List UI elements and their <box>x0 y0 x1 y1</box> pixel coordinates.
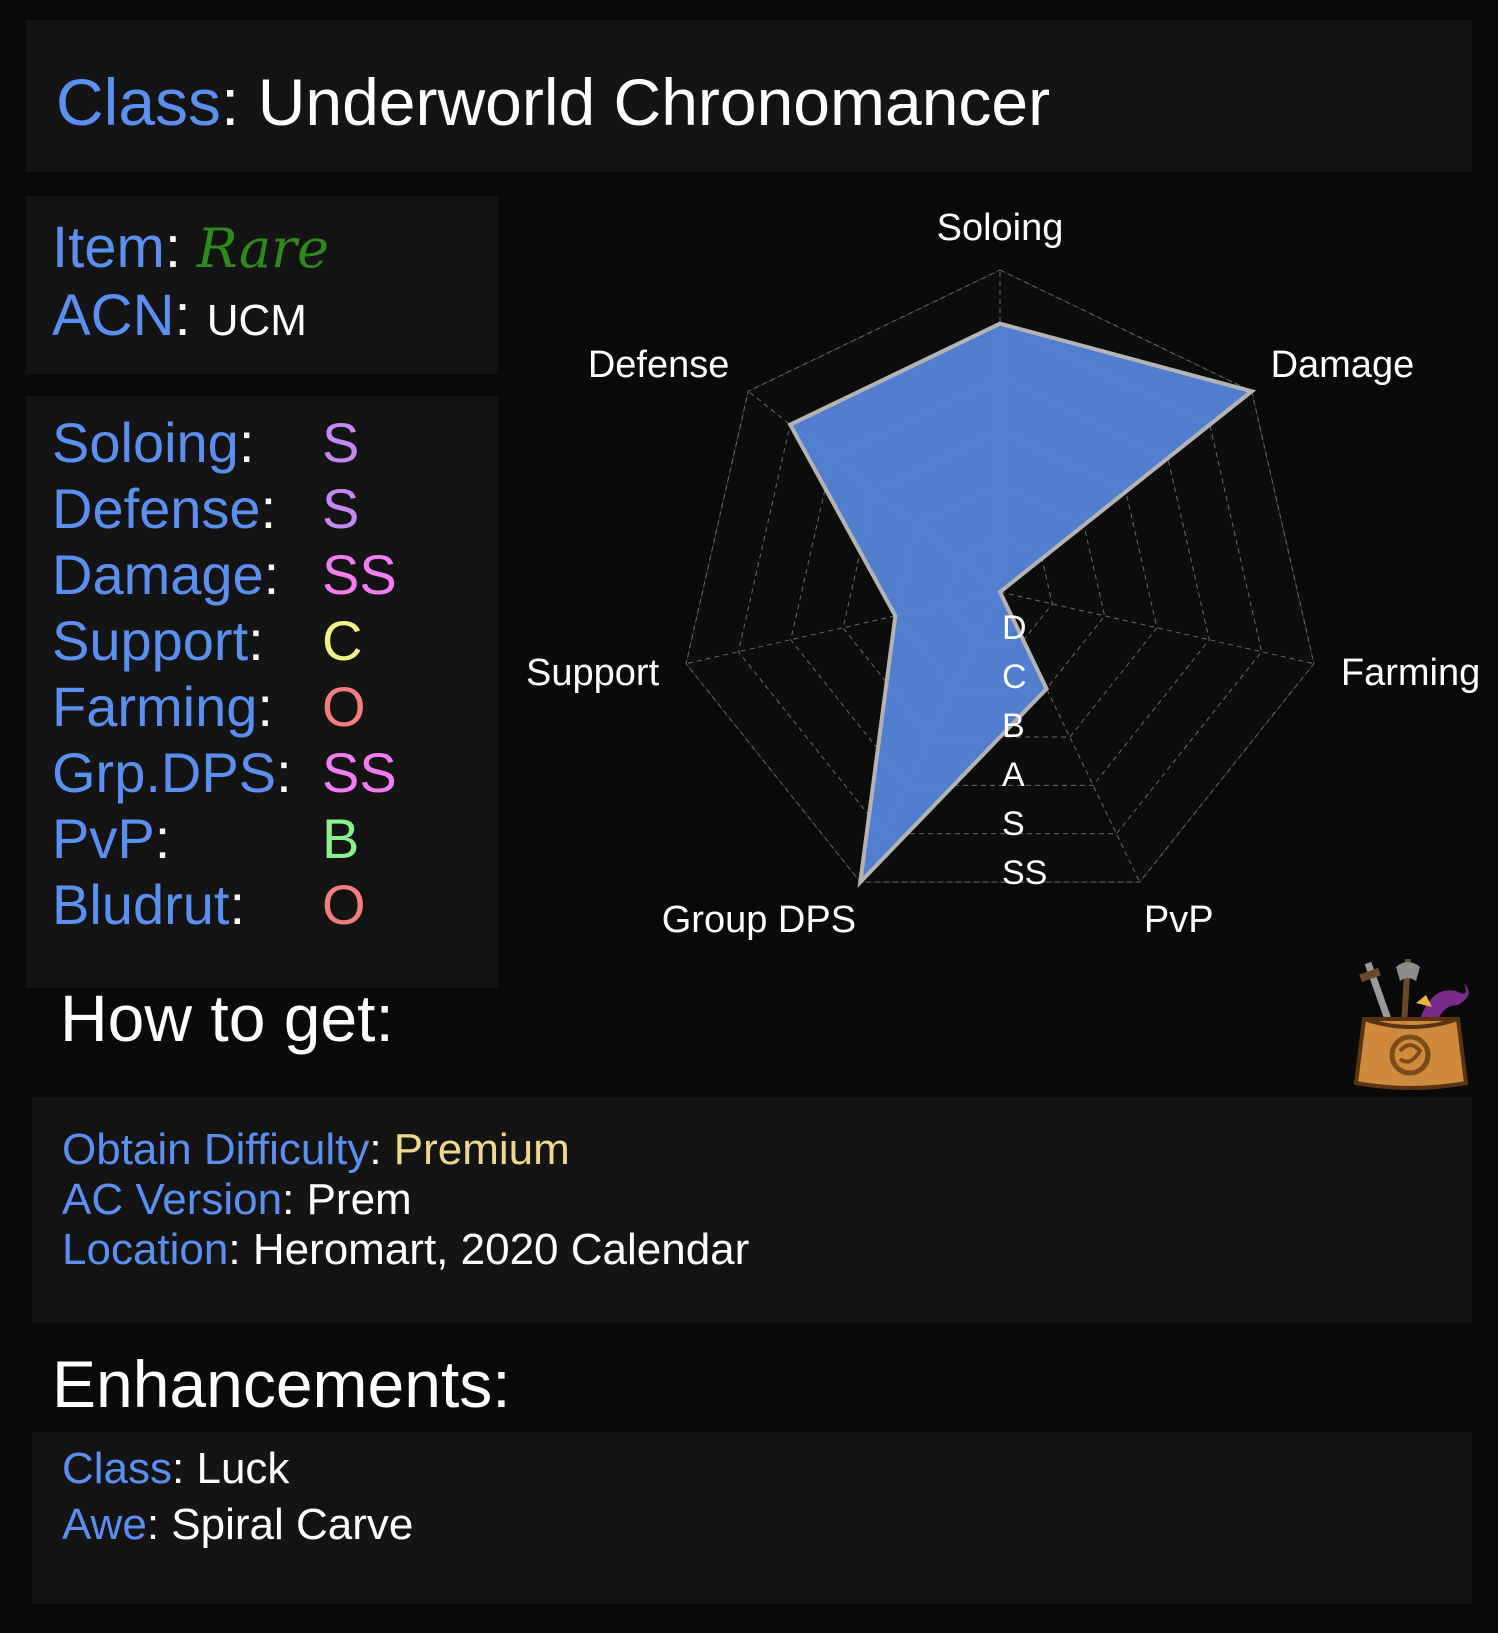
location-label: Location <box>62 1225 229 1274</box>
difficulty-row: Obtain Difficulty: Premium <box>62 1125 570 1174</box>
item-label: Item <box>52 215 165 280</box>
enh-class-row: Class: Luck <box>62 1444 290 1493</box>
radar-scale-label: D <box>1002 609 1027 647</box>
grades-panel: Soloing: S Defense: S Damage: SS Support: C Farm… <box>26 396 498 988</box>
acn-label: ACN <box>52 283 175 348</box>
grade-label: Farming <box>52 675 258 738</box>
heromart-bag-icon <box>1353 958 1469 1090</box>
class-label: Class <box>56 65 222 139</box>
radar-axis-label: PvP <box>1144 899 1214 941</box>
grade-value: S <box>322 411 360 474</box>
difficulty-label: Obtain Difficulty <box>62 1125 370 1174</box>
location-value: Heromart, 2020 Calendar <box>252 1225 750 1274</box>
radar-scale-label: A <box>1002 756 1025 794</box>
grade-value: S <box>322 477 360 540</box>
acn-value: UCM <box>206 296 307 345</box>
radar-axis-label: Farming <box>1341 652 1480 694</box>
item-info-panel: Item: Rare ACN: UCM <box>26 196 498 374</box>
enhancements-heading: Enhancements: <box>52 1347 511 1421</box>
radar-axis-label: Soloing <box>937 207 1064 249</box>
class-title: Class: Underworld Chronomancer <box>56 65 1051 139</box>
difficulty-value: Premium <box>393 1125 570 1174</box>
radar-axis-label: Defense <box>588 344 730 386</box>
grade-value: C <box>322 609 363 672</box>
grade-label: Grp.DPS <box>52 741 277 804</box>
enh-class-value: Luck <box>196 1444 290 1493</box>
how-to-get-panel: Obtain Difficulty: Premium AC Version: P… <box>32 1097 1472 1323</box>
version-label: AC Version <box>62 1175 283 1224</box>
radar-scale-label: C <box>1002 658 1027 696</box>
enh-awe-value: Spiral Carve <box>171 1500 414 1549</box>
grade-value: SS <box>322 741 397 804</box>
version-row: AC Version: Prem <box>62 1175 412 1224</box>
enh-class-label: Class <box>62 1444 173 1493</box>
rarity-value: Rare <box>197 217 329 280</box>
grade-value: B <box>322 807 360 870</box>
radar-scale-label: S <box>1002 805 1025 843</box>
grade-label: Defense <box>52 477 261 540</box>
radar-axis-label: Damage <box>1271 344 1415 386</box>
grade-value: O <box>322 675 366 738</box>
acn-row: ACN: UCM <box>52 283 307 348</box>
how-to-get-heading: How to get: <box>60 981 394 1055</box>
enhancements-panel: Class: Luck Awe: Spiral Carve <box>32 1432 1472 1604</box>
grade-value: SS <box>322 543 397 606</box>
radar-scale-label: B <box>1002 707 1025 745</box>
grade-value: O <box>322 873 366 936</box>
enh-awe-row: Awe: Spiral Carve <box>62 1500 414 1549</box>
class-title-panel: Class: Underworld Chronomancer <box>26 20 1472 172</box>
item-row: Item: Rare <box>52 215 329 280</box>
class-name: Underworld Chronomancer <box>257 65 1051 139</box>
radar-axis-label: Support <box>526 652 660 694</box>
grade-label: Support <box>52 609 249 672</box>
radar-axis-label: Group DPS <box>662 899 856 941</box>
version-value: Prem <box>306 1175 412 1224</box>
enh-awe-label: Awe <box>62 1500 147 1549</box>
grade-label: PvP <box>52 807 155 870</box>
location-row: Location: Heromart, 2020 Calendar <box>62 1225 750 1274</box>
grade-label: Soloing <box>52 411 239 474</box>
radar-chart: DCBASSS SoloingDamageFarmingPvPGroup DPS… <box>526 207 1480 941</box>
grade-label: Damage <box>52 543 264 606</box>
radar-scale-label: SS <box>1002 854 1047 892</box>
grade-label: Bludrut <box>52 873 230 936</box>
